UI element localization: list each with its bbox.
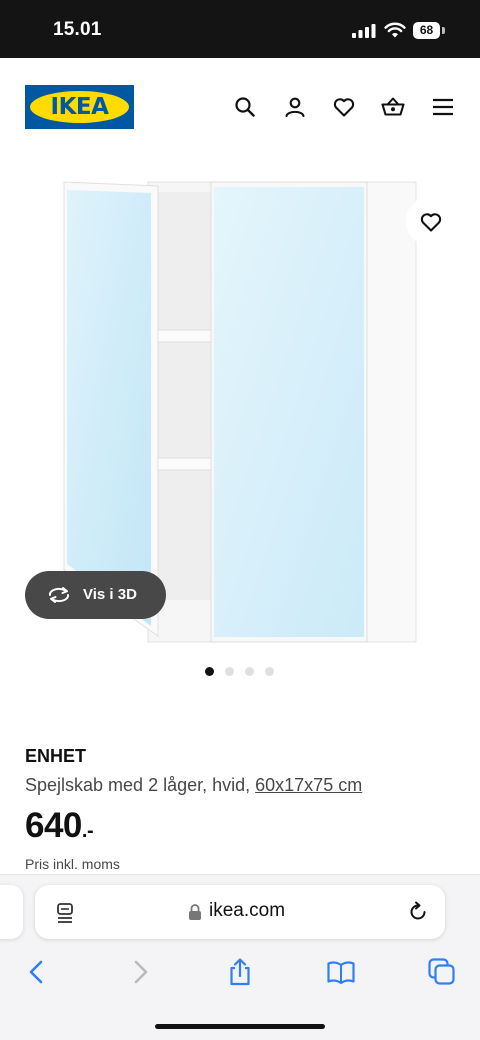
view-in-3d-label: Vis i 3D <box>83 586 137 603</box>
basket-icon[interactable] <box>381 95 405 119</box>
battery-level: 68 <box>413 22 440 39</box>
status-time: 15.01 <box>53 19 102 40</box>
logo-text: IKEA <box>50 94 109 120</box>
price-value: 640 <box>25 806 82 845</box>
share-icon[interactable] <box>225 957 255 987</box>
wifi-icon <box>384 22 406 38</box>
gallery-dot-3[interactable] <box>245 667 254 676</box>
product-description-text: Spejlskab med 2 låger, hvid, <box>25 775 256 795</box>
product-name: ENHET <box>25 746 87 766</box>
battery-icon: 68 <box>413 22 446 39</box>
address-bar[interactable]: ikea.com <box>35 885 445 939</box>
tabs-icon[interactable] <box>427 957 457 987</box>
cellular-signal-icon <box>352 24 376 38</box>
account-icon[interactable] <box>283 95 307 119</box>
forward-icon[interactable] <box>125 957 155 987</box>
browser-toolbar: ikea.com <box>0 874 480 1040</box>
lock-icon <box>189 904 201 920</box>
price-suffix: .- <box>81 820 94 842</box>
home-indicator <box>155 1024 325 1029</box>
gallery-dot-2[interactable] <box>225 667 234 676</box>
status-bar: 15.01 68 <box>0 0 480 58</box>
product-description: Spejlskab med 2 låger, hvid, 60x17x75 cm <box>25 775 362 796</box>
url-text[interactable]: ikea.com <box>209 900 285 922</box>
menu-icon[interactable] <box>431 95 455 119</box>
reload-icon[interactable] <box>407 901 429 923</box>
bookmarks-icon[interactable] <box>326 957 356 987</box>
gallery-dot-1[interactable] <box>205 667 214 676</box>
search-icon[interactable] <box>233 95 257 119</box>
price-note: Pris inkl. moms <box>25 856 120 872</box>
product-price: 640.- <box>25 806 94 846</box>
view-in-3d-button[interactable]: Vis i 3D <box>25 571 166 619</box>
reader-mode-icon[interactable] <box>55 902 77 924</box>
heart-icon[interactable] <box>332 95 356 119</box>
gallery-pagination <box>205 667 285 677</box>
back-icon[interactable] <box>22 957 52 987</box>
gallery-dot-4[interactable] <box>265 667 274 676</box>
ikea-logo[interactable]: IKEA <box>25 85 134 129</box>
product-size-link[interactable]: 60x17x75 cm <box>255 775 362 795</box>
rotate-3d-icon <box>48 587 70 603</box>
heart-icon <box>420 213 442 232</box>
previous-tab-preview[interactable] <box>0 885 23 939</box>
product-favorite-button[interactable] <box>406 196 456 246</box>
